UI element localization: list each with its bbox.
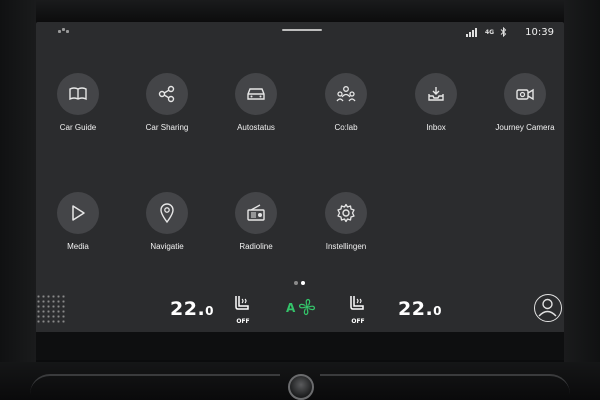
left-seat-heat[interactable]: OFF	[231, 294, 255, 325]
app-label: Co:lab	[334, 123, 358, 132]
clock: 10:39	[525, 27, 554, 38]
car-icon	[235, 73, 277, 115]
auto-fan-mode[interactable]: A	[286, 301, 295, 315]
map-pin-icon	[146, 192, 188, 234]
app-car-guide[interactable]: Car Guide	[36, 73, 123, 149]
profile-icon[interactable]	[534, 294, 562, 322]
camera-icon	[504, 73, 546, 115]
app-instellingen[interactable]: Instellingen	[301, 192, 391, 268]
seat-heat-icon	[235, 296, 249, 310]
console-trim-right	[320, 374, 570, 394]
app-radioline[interactable]: Radioline	[211, 192, 301, 268]
radio-icon	[235, 192, 277, 234]
left-temperature[interactable]: 22.0	[170, 298, 214, 320]
app-colab[interactable]: Co:lab	[301, 73, 391, 149]
right-seat-heat[interactable]: OFF	[346, 294, 370, 325]
app-label: Media	[67, 242, 89, 251]
app-navigatie[interactable]: Navigatie	[122, 192, 212, 268]
app-label: Navigatie	[150, 242, 184, 251]
signal-icon	[466, 28, 478, 37]
app-grid-icon[interactable]	[36, 294, 66, 324]
book-icon	[57, 73, 99, 115]
bluetooth-icon	[500, 26, 507, 40]
app-label: Journey Camera	[495, 123, 555, 132]
bezel-right	[564, 0, 600, 400]
app-car-sharing[interactable]: Car Sharing	[122, 73, 212, 149]
app-autostatus[interactable]: Autostatus	[211, 73, 301, 149]
app-label: Car Guide	[59, 123, 97, 132]
car-status-icon	[58, 28, 70, 34]
app-label: Instellingen	[325, 242, 367, 251]
app-label: Car Sharing	[145, 123, 189, 132]
console-trim-left	[30, 374, 280, 394]
volume-knob[interactable]	[288, 374, 314, 400]
app-media[interactable]: Media	[36, 192, 123, 268]
notification-handle[interactable]	[282, 29, 322, 31]
infotainment-screen: 4G 10:39 Car Guide Car Sharing Autostatu…	[36, 22, 564, 360]
right-temperature[interactable]: 22.0	[398, 298, 442, 320]
community-icon	[325, 73, 367, 115]
bezel-left	[0, 0, 36, 400]
gear-icon	[325, 192, 367, 234]
play-icon	[57, 192, 99, 234]
climate-bar: 22.0 OFF A OFF 22.0	[36, 290, 564, 332]
seat-heat-icon	[350, 296, 364, 310]
page-indicator[interactable]	[294, 281, 308, 285]
network-type: 4G	[485, 29, 495, 36]
bezel-top	[0, 0, 600, 22]
app-label: Radioline	[239, 242, 273, 251]
share-icon	[146, 73, 188, 115]
fan-icon[interactable]	[298, 298, 316, 320]
status-bar: 4G 10:39	[36, 22, 564, 44]
app-inbox[interactable]: Inbox	[391, 73, 481, 149]
screen-lower-bezel	[36, 332, 564, 360]
app-journey-camera[interactable]: Journey Camera	[480, 73, 564, 149]
app-label: Autostatus	[237, 123, 275, 132]
inbox-download-icon	[415, 73, 457, 115]
app-label: Inbox	[426, 123, 446, 132]
